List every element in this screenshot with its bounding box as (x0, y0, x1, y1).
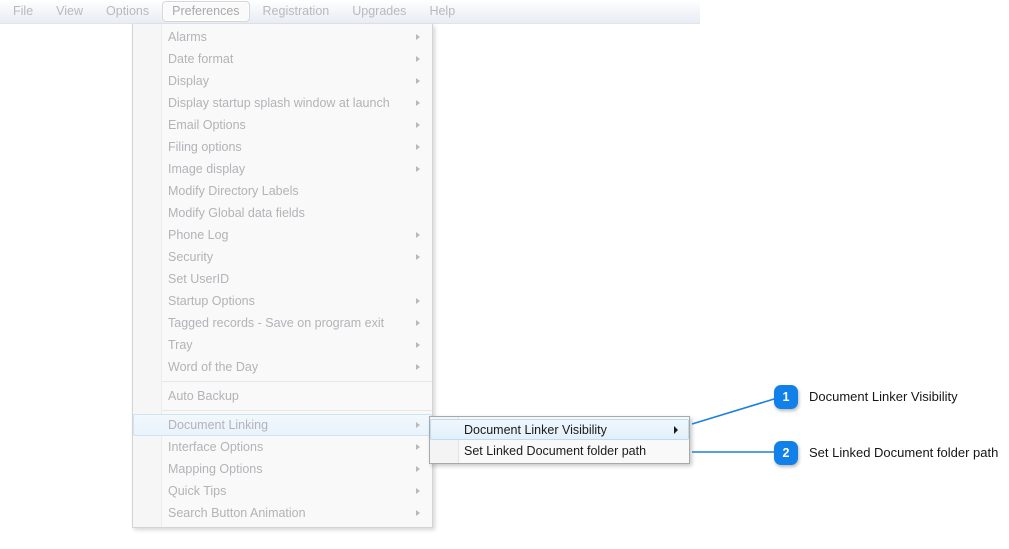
menu-item-email-options[interactable]: Email Options (133, 114, 432, 136)
menu-item-label: Image display (168, 162, 246, 176)
menu-item-label: Mapping Options (168, 462, 263, 476)
menu-item-alarms[interactable]: Alarms (133, 26, 432, 48)
menu-item-date-format[interactable]: Date format (133, 48, 432, 70)
menu-item-label: Filing options (168, 140, 242, 154)
chevron-right-icon (416, 254, 420, 260)
menu-item-label: Security (168, 250, 214, 264)
chevron-right-icon (416, 510, 420, 516)
menu-item-label: Modify Directory Labels (168, 184, 299, 198)
menu-item-label: Display startup splash window at launch (168, 96, 390, 110)
menu-item-document-linking[interactable]: Document Linking (133, 414, 432, 436)
menu-item-label: Tagged records - Save on program exit (168, 316, 385, 330)
menu-item-filing-options[interactable]: Filing options (133, 136, 432, 158)
menubar-item-view[interactable]: View (46, 1, 93, 22)
menu-item-label: Startup Options (168, 294, 255, 308)
menu-item-auto-backup[interactable]: Auto Backup (133, 385, 432, 407)
menubar-item-registration[interactable]: Registration (253, 1, 340, 22)
callout-badge-2: 2 (774, 441, 798, 465)
menu-item-label: Search Button Animation (168, 506, 306, 520)
menu-item-set-userid[interactable]: Set UserID (133, 268, 432, 290)
menu-item-label: Document Linking (168, 418, 269, 432)
chevron-right-icon (416, 422, 420, 428)
document-linking-submenu: Document Linker Visibility Set Linked Doc… (429, 416, 690, 464)
submenu-item-label: Document Linker Visibility (464, 422, 607, 437)
chevron-right-icon (416, 444, 420, 450)
callout-text-1: Document Linker Visibility (809, 389, 958, 404)
chevron-right-icon (416, 466, 420, 472)
preferences-dropdown-menu: Alarms Date format Display Display startup … (132, 24, 433, 528)
chevron-right-icon (416, 488, 420, 494)
menu-separator (162, 410, 432, 411)
submenu-item-document-linker-visibility[interactable]: Document Linker Visibility (430, 419, 689, 440)
chevron-right-icon (416, 34, 420, 40)
menu-item-label: Set UserID (168, 272, 230, 286)
submenu-item-set-linked-document-folder-path[interactable]: Set Linked Document folder path (430, 440, 689, 461)
menu-item-display[interactable]: Display (133, 70, 432, 92)
menu-item-phone-log[interactable]: Phone Log (133, 224, 432, 246)
chevron-right-icon (674, 425, 678, 434)
chevron-right-icon (416, 144, 420, 150)
chevron-right-icon (416, 100, 420, 106)
menu-item-label: Tray (168, 338, 193, 352)
menu-item-modify-global-data-fields[interactable]: Modify Global data fields (133, 202, 432, 224)
chevron-right-icon (416, 320, 420, 326)
menu-item-label: Modify Global data fields (168, 206, 305, 220)
chevron-right-icon (416, 298, 420, 304)
menu-item-word-of-the-day[interactable]: Word of the Day (133, 356, 432, 378)
chevron-right-icon (416, 342, 420, 348)
menu-item-label: Email Options (168, 118, 246, 132)
menu-item-label: Display (168, 74, 209, 88)
menu-item-image-display[interactable]: Image display (133, 158, 432, 180)
submenu-item-label: Set Linked Document folder path (464, 443, 647, 458)
menu-item-label: Alarms (168, 30, 207, 44)
menubar-item-help[interactable]: Help (419, 1, 465, 22)
menu-item-tagged-records-save-on-program-exit[interactable]: Tagged records - Save on program exit (133, 312, 432, 334)
callout-badge-1: 1 (774, 385, 798, 409)
menu-item-interface-options[interactable]: Interface Options (133, 436, 432, 458)
connector-line-1 (691, 395, 785, 425)
menu-item-mapping-options[interactable]: Mapping Options (133, 458, 432, 480)
menu-item-label: Date format (168, 52, 234, 66)
menu-bar: File View Options Preferences Registration Up… (0, 0, 700, 24)
menu-item-security[interactable]: Security (133, 246, 432, 268)
menu-item-label: Word of the Day (168, 360, 259, 374)
menu-separator (162, 381, 432, 382)
chevron-right-icon (416, 78, 420, 84)
chevron-right-icon (416, 364, 420, 370)
chevron-right-icon (416, 232, 420, 238)
menu-item-search-button-animation[interactable]: Search Button Animation (133, 502, 432, 524)
menu-item-display-startup-splash-window-at-launch[interactable]: Display startup splash window at launch (133, 92, 432, 114)
menu-item-startup-options[interactable]: Startup Options (133, 290, 432, 312)
menubar-item-options[interactable]: Options (96, 1, 159, 22)
menubar-item-preferences[interactable]: Preferences (162, 1, 250, 22)
menu-item-tray[interactable]: Tray (133, 334, 432, 356)
chevron-right-icon (416, 56, 420, 62)
chevron-right-icon (416, 166, 420, 172)
chevron-right-icon (416, 122, 420, 128)
menu-item-modify-directory-labels[interactable]: Modify Directory Labels (133, 180, 432, 202)
menu-item-label: Auto Backup (168, 389, 239, 403)
menu-item-quick-tips[interactable]: Quick Tips (133, 480, 432, 502)
menu-item-label: Interface Options (168, 440, 264, 454)
menubar-item-upgrades[interactable]: Upgrades (342, 1, 416, 22)
menu-item-label: Phone Log (168, 228, 229, 242)
menubar-item-file[interactable]: File (3, 1, 43, 22)
menu-item-label: Quick Tips (168, 484, 227, 498)
callout-text-2: Set Linked Document folder path (809, 445, 999, 460)
